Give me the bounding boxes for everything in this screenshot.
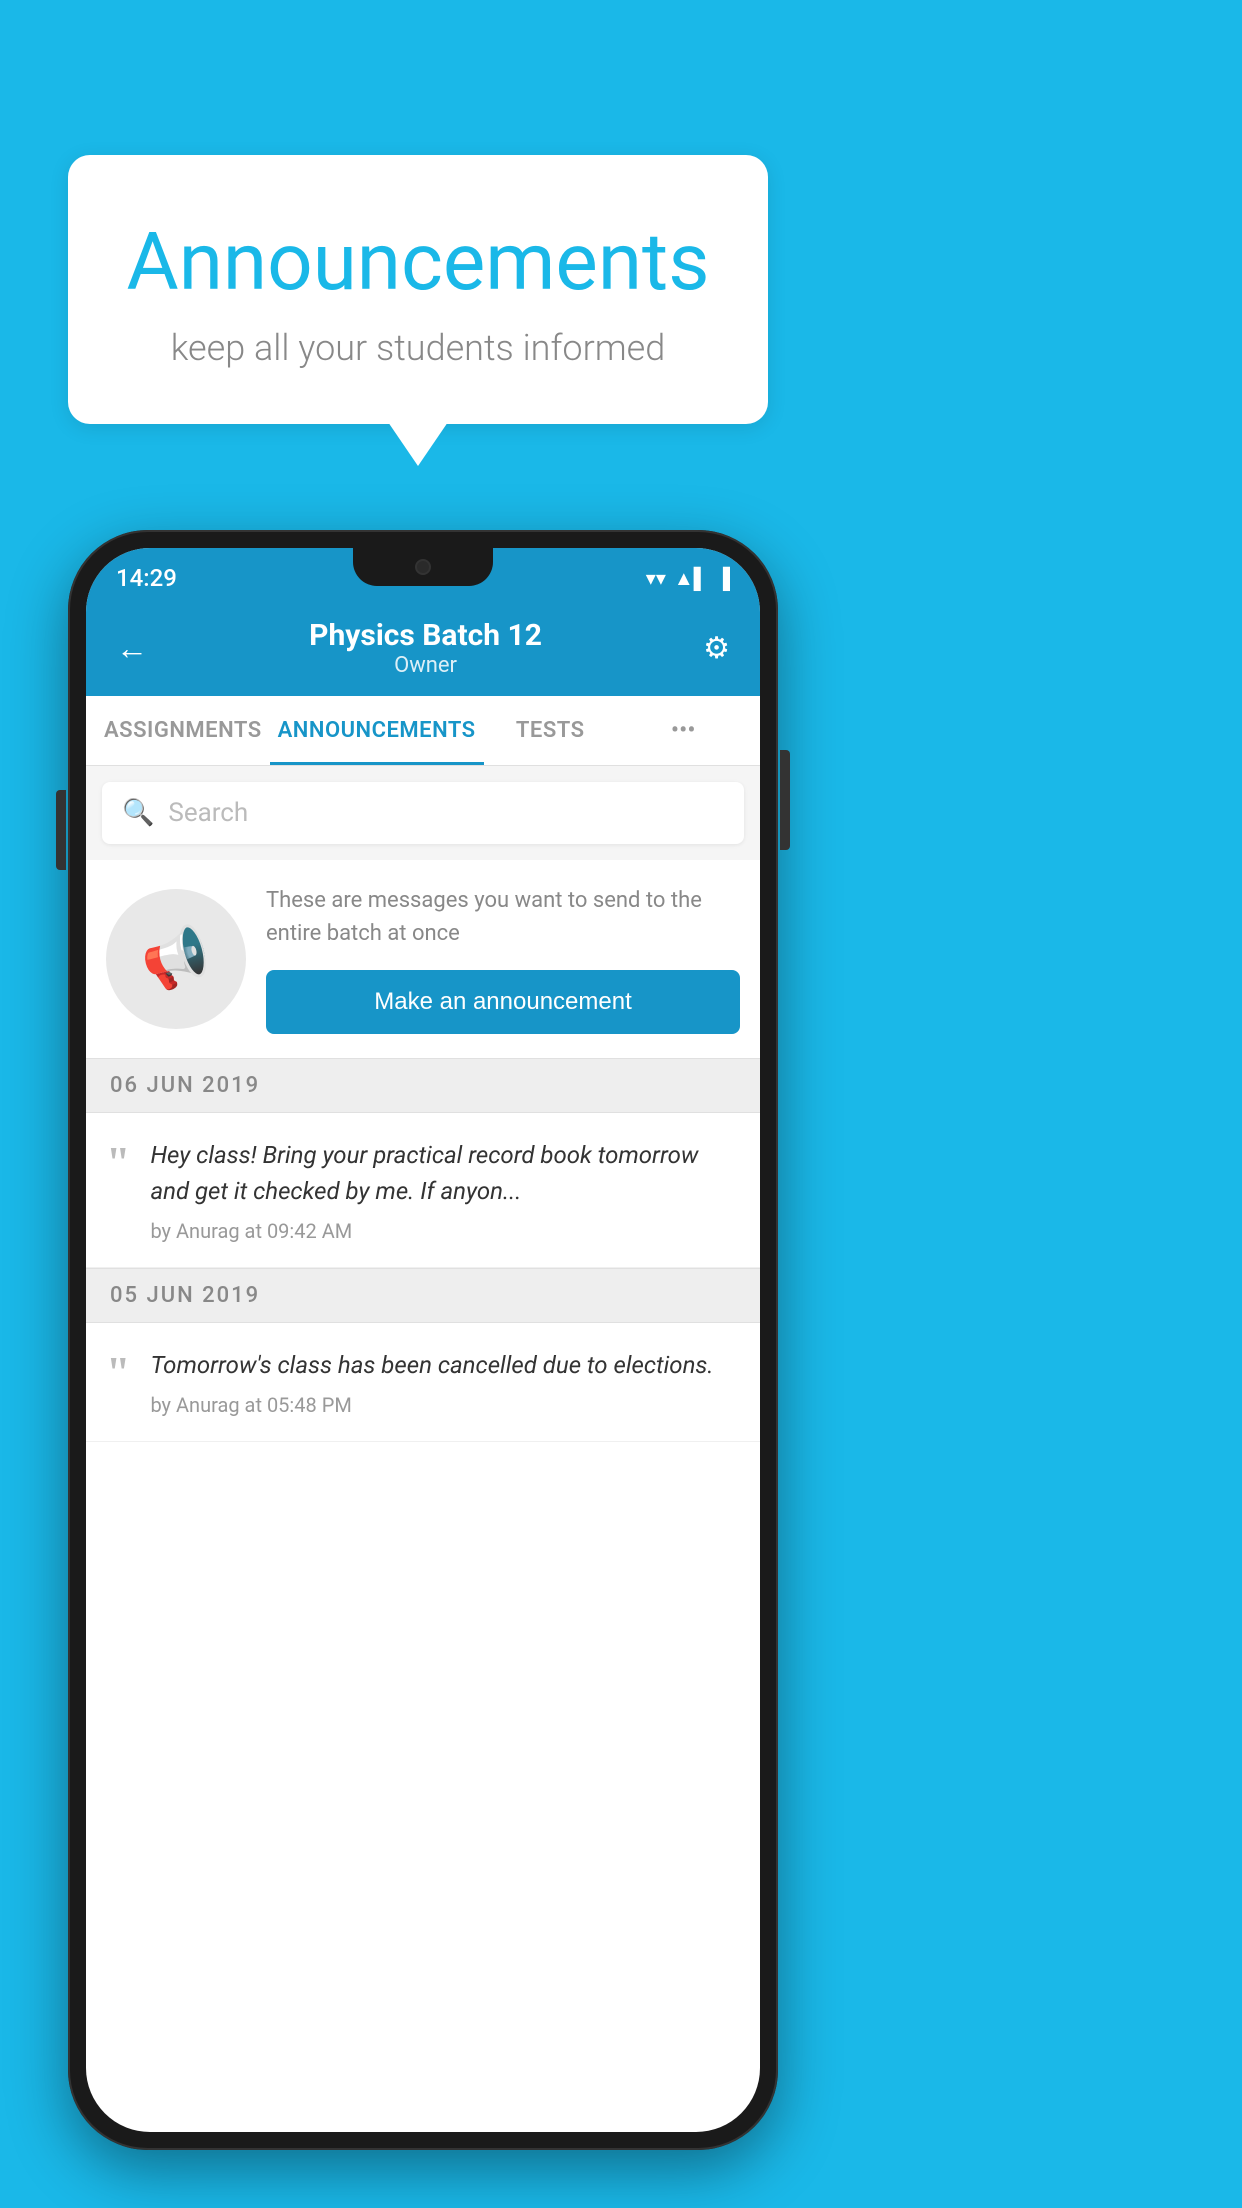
quote-icon-2: " <box>106 1351 130 1395</box>
announcement-author-2: by Anurag at 05:48 PM <box>150 1393 740 1417</box>
camera-dot <box>415 559 431 575</box>
gear-icon[interactable]: ⚙ <box>703 631 730 666</box>
promo-description: These are messages you want to send to t… <box>266 884 740 950</box>
megaphone-icon: 📢 <box>135 920 216 998</box>
date-separator-2: 05 JUN 2019 <box>86 1268 760 1323</box>
promo-icon-circle: 📢 <box>106 889 246 1029</box>
announcement-content-2: Tomorrow's class has been cancelled due … <box>150 1347 740 1417</box>
phone-notch <box>353 548 493 586</box>
announcement-item-1[interactable]: " Hey class! Bring your practical record… <box>86 1113 760 1268</box>
search-placeholder: Search <box>168 798 248 828</box>
header-center: Physics Batch 12 Owner <box>309 618 542 678</box>
tabs-bar: ASSIGNMENTS ANNOUNCEMENTS TESTS ••• <box>86 696 760 766</box>
search-bar[interactable]: 🔍 Search <box>102 782 744 844</box>
promo-section: 📢 These are messages you want to send to… <box>86 860 760 1058</box>
tab-assignments[interactable]: ASSIGNMENTS <box>96 696 270 765</box>
announcement-text-2: Tomorrow's class has been cancelled due … <box>150 1347 740 1383</box>
quote-icon-1: " <box>106 1141 130 1185</box>
phone-screen: 14:29 ▾▾ ▲▌ ▐ ← Physics Batch 12 Owner ⚙… <box>86 548 760 2132</box>
phone-mockup: 14:29 ▾▾ ▲▌ ▐ ← Physics Batch 12 Owner ⚙… <box>68 530 778 2150</box>
announcement-author-1: by Anurag at 09:42 AM <box>150 1219 740 1243</box>
bubble-subtitle: keep all your students informed <box>118 327 718 369</box>
announcement-item-2[interactable]: " Tomorrow's class has been cancelled du… <box>86 1323 760 1442</box>
announcement-content-1: Hey class! Bring your practical record b… <box>150 1137 740 1243</box>
battery-icon: ▐ <box>716 566 730 591</box>
app-header: ← Physics Batch 12 Owner ⚙ <box>86 600 760 696</box>
search-icon: 🔍 <box>122 798 154 828</box>
back-button[interactable]: ← <box>116 629 148 667</box>
header-title: Physics Batch 12 <box>309 618 542 653</box>
announcement-text-1: Hey class! Bring your practical record b… <box>150 1137 740 1209</box>
date-separator-1: 06 JUN 2019 <box>86 1058 760 1113</box>
speech-bubble-container: Announcements keep all your students inf… <box>68 155 768 424</box>
header-subtitle: Owner <box>309 653 542 678</box>
tab-tests[interactable]: TESTS <box>484 696 617 765</box>
status-time: 14:29 <box>116 564 177 592</box>
bubble-title: Announcements <box>118 215 718 309</box>
status-icons: ▾▾ ▲▌ ▐ <box>646 566 730 591</box>
tab-announcements[interactable]: ANNOUNCEMENTS <box>270 696 484 765</box>
signal-icon: ▲▌ <box>674 566 708 591</box>
speech-bubble: Announcements keep all your students inf… <box>68 155 768 424</box>
make-announcement-button[interactable]: Make an announcement <box>266 970 740 1034</box>
phone-outer: 14:29 ▾▾ ▲▌ ▐ ← Physics Batch 12 Owner ⚙… <box>68 530 778 2150</box>
promo-text-area: These are messages you want to send to t… <box>266 884 740 1034</box>
wifi-icon: ▾▾ <box>646 566 666 590</box>
tab-more[interactable]: ••• <box>617 696 750 765</box>
content-area: 🔍 Search 📢 These are messages you want t… <box>86 766 760 1442</box>
